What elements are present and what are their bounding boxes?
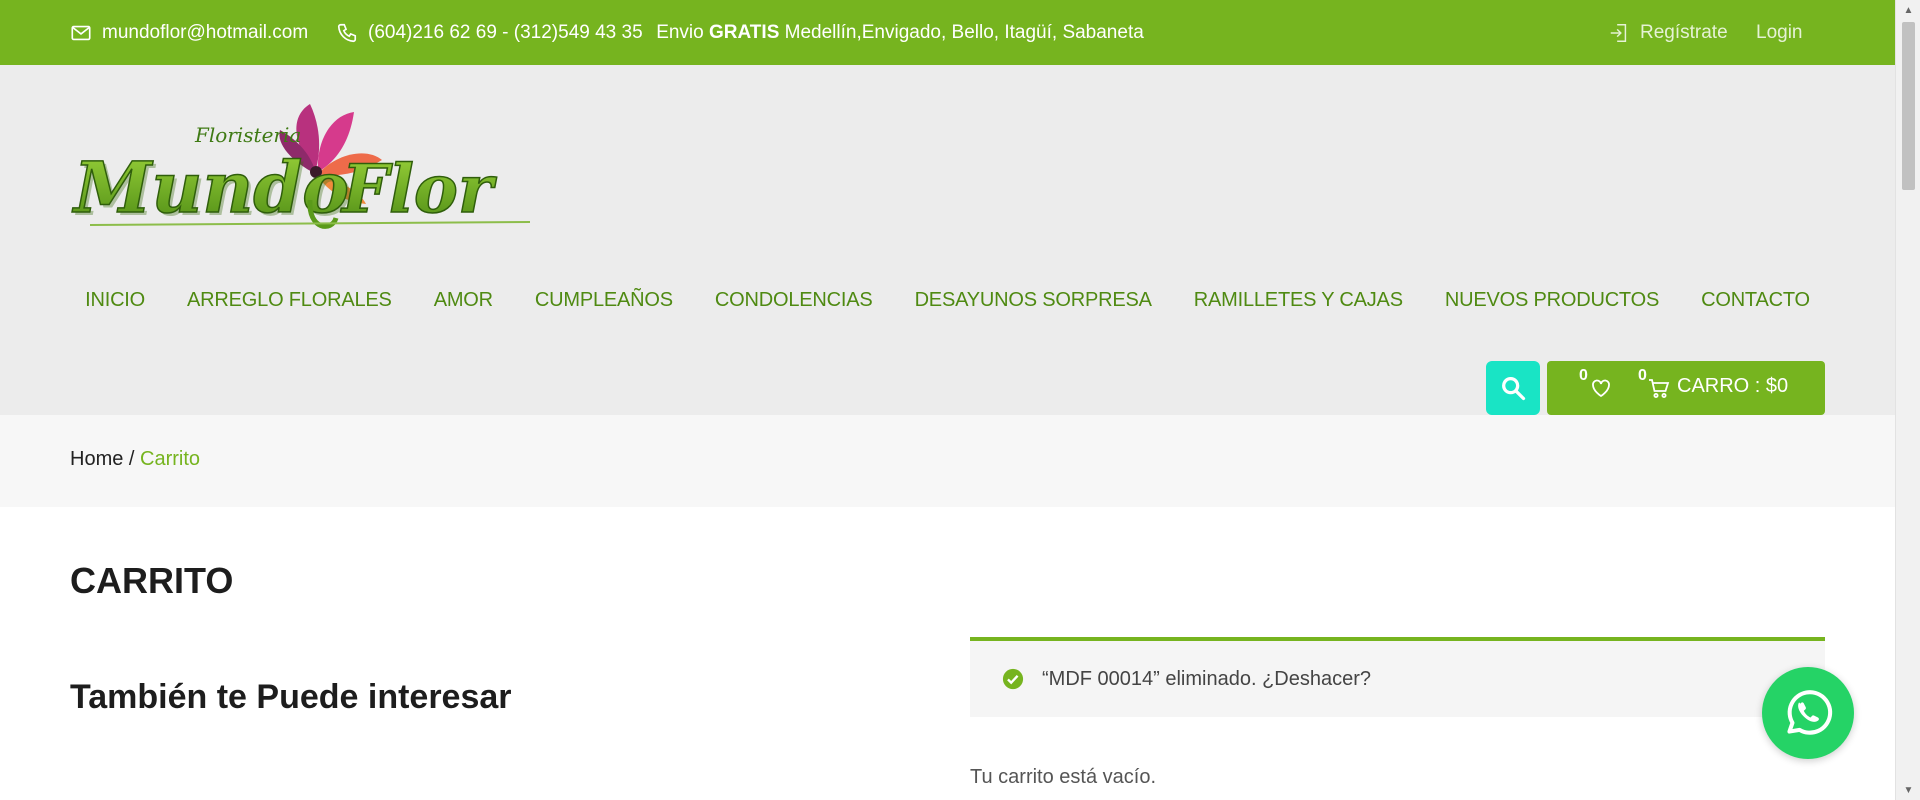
cart-count: 0 [1638, 367, 1647, 384]
breadcrumb-home[interactable]: Home [70, 448, 123, 470]
register-label: Regístrate [1640, 21, 1728, 43]
empty-cart-message: Tu carrito está vacío. [970, 766, 1156, 788]
search-icon [1502, 377, 1526, 401]
scroll-down-arrow-icon[interactable]: ▼ [1896, 780, 1920, 800]
scrollbar-thumb[interactable] [1902, 22, 1915, 190]
nav-item-condolencias[interactable]: CONDOLENCIAS [694, 275, 894, 326]
related-products-heading: También te Puede interesar [70, 678, 512, 716]
removed-item-notice: “MDF 00014” eliminado. ¿Deshacer? [970, 637, 1825, 717]
cart-total-label: CARRO : $0 [1677, 375, 1789, 397]
svg-text:Flor: Flor [340, 150, 497, 228]
site-header: Floristeria Mundo Mundo Flor INICIO ARRE… [0, 65, 1895, 415]
site-logo[interactable]: Floristeria Mundo Mundo Flor [70, 100, 540, 235]
promo-prefix: Envio [656, 21, 704, 43]
nav-item-arreglo-florales[interactable]: ARREGLO FLORALES [166, 275, 413, 326]
scroll-up-arrow-icon[interactable]: ▲ [1896, 0, 1920, 20]
page: mundoflor@hotmail.com (604)216 62 69 - (… [0, 0, 1895, 800]
promo-text: Envio GRATIS Medellín,Envigado, Bello, I… [656, 22, 1144, 44]
search-button[interactable] [1486, 361, 1540, 415]
login-icon [1610, 23, 1627, 42]
whatsapp-icon [1787, 690, 1833, 735]
nav-item-ramilletes-y-cajas[interactable]: RAMILLETES Y CAJAS [1173, 275, 1424, 326]
breadcrumb-current: Carrito [140, 448, 201, 470]
nav-item-amor[interactable]: AMOR [413, 275, 514, 326]
breadcrumb: Home / Carrito [0, 415, 1895, 507]
check-circle-icon [1002, 668, 1024, 690]
whatsapp-button[interactable] [1762, 667, 1854, 759]
cart-icon [1649, 379, 1670, 398]
promo-bold: GRATIS [709, 21, 780, 43]
nav-item-desayunos-sorpresa[interactable]: DESAYUNOS SORPRESA [894, 275, 1173, 326]
login-link[interactable]: Login [1756, 0, 1803, 65]
nav-item-nuevos-productos[interactable]: NUEVOS PRODUCTOS [1424, 275, 1680, 326]
breadcrumb-separator: / [123, 448, 141, 470]
breadcrumb-trail: Home / Carrito [70, 448, 200, 471]
heart-icon[interactable] [1589, 376, 1613, 400]
main-nav: INICIO ARREGLO FLORALES AMOR CUMPLEAÑOS … [0, 275, 1895, 326]
svg-text:Floristeria: Floristeria [194, 123, 301, 147]
login-label: Login [1756, 21, 1803, 43]
page-scrollbar[interactable]: ▲ ▼ [1895, 0, 1920, 800]
nav-item-cumpleanos[interactable]: CUMPLEAÑOS [514, 275, 694, 326]
promo-rest: Medellín,Envigado, Bello, Itagüí, Sabane… [784, 21, 1144, 43]
page-title: CARRITO [70, 560, 234, 601]
nav-item-inicio[interactable]: INICIO [64, 275, 166, 326]
register-link[interactable]: Regístrate [1608, 0, 1728, 65]
cart-button[interactable]: 0 0 CARRO : $0 [1547, 361, 1825, 415]
top-bar: mundoflor@hotmail.com (604)216 62 69 - (… [0, 0, 1895, 65]
svg-text:Mundo: Mundo [72, 146, 349, 229]
wishlist-count: 0 [1579, 367, 1588, 384]
nav-item-contacto[interactable]: CONTACTO [1680, 275, 1831, 326]
notice-text[interactable]: “MDF 00014” eliminado. ¿Deshacer? [1042, 668, 1371, 691]
